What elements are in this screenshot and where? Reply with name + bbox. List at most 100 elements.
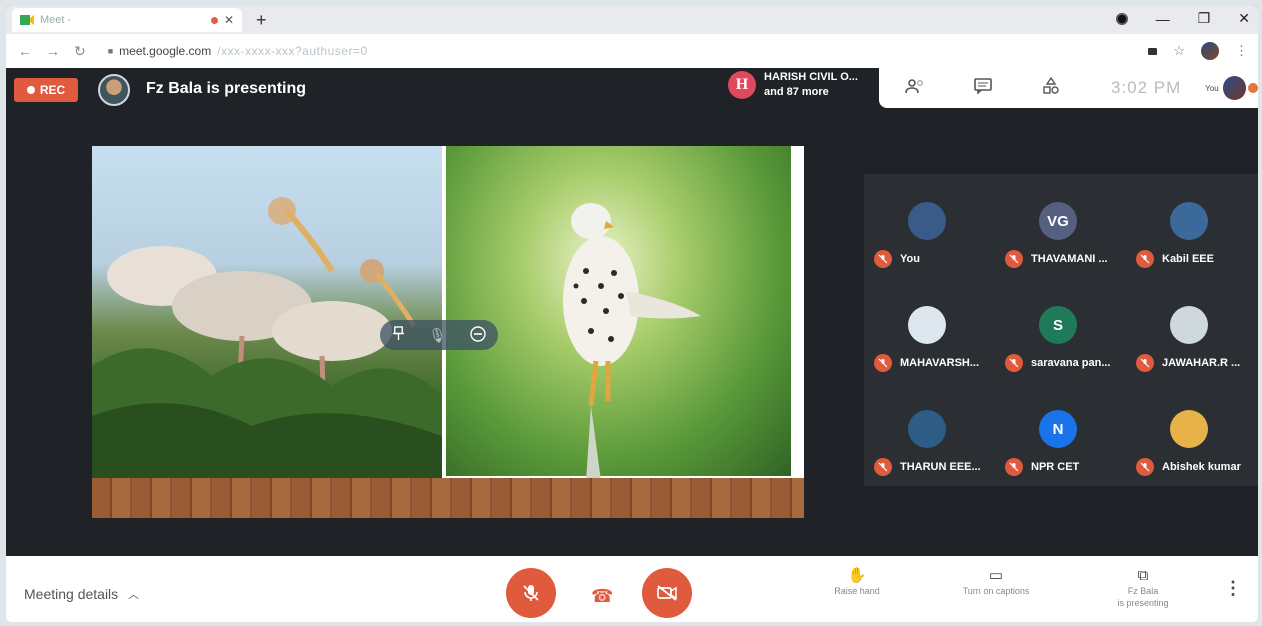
wooden-floor: [92, 478, 804, 518]
rec-label: REC: [39, 83, 66, 97]
participant-tile[interactable]: Kabil EEE: [1126, 174, 1257, 278]
rec-dot-icon: [26, 86, 35, 94]
chevron-up-icon: ︿: [128, 589, 140, 601]
mute-presentation-icon[interactable]: 🎙: [429, 327, 447, 344]
participants-summary-text: HARISH CIVIL O... and 87 more: [764, 70, 858, 100]
meet-favicon-icon: [20, 14, 34, 26]
self-label: You: [1205, 83, 1219, 93]
meeting-details-label: Meeting details: [24, 586, 119, 602]
minimize-icon[interactable]: —: [1156, 11, 1170, 27]
tab-close-icon[interactable]: ✕: [224, 13, 234, 27]
reload-icon[interactable]: ↻: [74, 43, 86, 60]
captions-label: Turn on captions: [962, 586, 1030, 596]
participants-summary[interactable]: H HARISH CIVIL O... and 87 more: [728, 70, 858, 100]
participant-avatar: [908, 202, 946, 240]
pin-icon[interactable]: [392, 326, 405, 344]
captions-button[interactable]: ▭ Turn on captions: [946, 567, 1046, 597]
browser-window: Meet - ✕ + — ❐ ✕ ← → ↻ ■ meet.google.com…: [6, 6, 1258, 622]
mic-toggle-button[interactable]: [506, 568, 556, 618]
window-close-icon[interactable]: ✕: [1238, 10, 1250, 27]
present-screen-icon: ⧉: [1137, 567, 1149, 584]
participant-avatar: [1170, 410, 1208, 448]
participant-tile[interactable]: You: [864, 174, 995, 278]
activities-icon[interactable]: [1042, 76, 1111, 100]
new-tab-icon[interactable]: +: [256, 10, 267, 31]
participant-name: THARUN EEE...: [900, 461, 981, 473]
self-avatar[interactable]: [1222, 76, 1247, 100]
browser-tab-meet[interactable]: Meet - ✕: [12, 8, 242, 32]
chat-icon[interactable]: [973, 77, 1043, 99]
back-icon[interactable]: ←: [18, 43, 32, 59]
maximize-icon[interactable]: ❐: [1198, 10, 1211, 27]
participant-tile[interactable]: VG THAVAMANI ...: [995, 174, 1126, 278]
remove-icon[interactable]: [470, 325, 486, 345]
tab-bar: Meet - ✕ + — ❐ ✕: [6, 6, 1258, 34]
bookmark-star-icon[interactable]: ☆: [1173, 43, 1185, 59]
mic-off-icon: [874, 354, 892, 372]
participant-avatar: S: [1039, 306, 1077, 344]
meet-toolstrip: 3:02 PM You: [879, 68, 1258, 108]
camera-toggle-button[interactable]: [642, 568, 692, 618]
self-status-icon: [1248, 83, 1258, 93]
first-participant-name: HARISH CIVIL O...: [764, 71, 858, 83]
bottom-control-bar: Meeting details ︿ ☎ ✋ Raise hand ▭ Turn …: [6, 556, 1258, 622]
participant-tile[interactable]: MAHAVARSH...: [864, 278, 995, 382]
address-bar: ← → ↻ ■ meet.google.com /xxx-xxxx-xxx?au…: [6, 34, 1258, 68]
recording-indicator-icon: [210, 16, 218, 24]
people-icon[interactable]: [905, 78, 974, 99]
mic-off-icon: [1005, 458, 1023, 476]
hand-icon: ✋: [847, 567, 867, 584]
presenting-label: Fz Bala is presenting: [146, 80, 307, 97]
participant-tile[interactable]: THARUN EEE...: [864, 382, 995, 486]
presenting-button[interactable]: ⧉ Fz Bala is presenting: [1098, 567, 1188, 609]
mic-off-icon: [1136, 354, 1154, 372]
browser-menu-icon[interactable]: ⋮: [1235, 43, 1248, 59]
rec-badge: REC: [14, 78, 78, 102]
participant-name: You: [900, 253, 920, 265]
tab-title: Meet -: [40, 14, 72, 26]
more-options-icon[interactable]: ⋮: [1224, 578, 1242, 599]
participant-avatar: [908, 306, 946, 344]
mic-off-icon: [874, 250, 892, 268]
presentation-stage: 🎙: [92, 146, 804, 518]
hang-up-button[interactable]: ☎: [591, 586, 613, 607]
participant-tile[interactable]: S saravana pan...: [995, 278, 1126, 382]
falcon-image: [446, 146, 791, 481]
raise-hand-label: Raise hand: [834, 586, 880, 596]
url-host: meet.google.com: [119, 44, 212, 58]
screen-record-icon[interactable]: [1115, 12, 1128, 25]
participant-avatar: N: [1039, 410, 1077, 448]
mic-off-icon: [1136, 250, 1154, 268]
mic-off-icon: [1005, 354, 1023, 372]
participant-name: Abishek kumar: [1162, 461, 1241, 473]
participant-avatar: [1170, 202, 1208, 240]
presenter-line2: is presenting: [1117, 598, 1169, 608]
participant-tile[interactable]: N NPR CET: [995, 382, 1126, 486]
participant-initial-avatar: H: [728, 71, 756, 99]
captions-icon: ▭: [988, 567, 1004, 584]
url-field[interactable]: ■ meet.google.com /xxx-xxxx-xxx?authuser…: [108, 44, 368, 58]
participant-name: MAHAVARSH...: [900, 357, 980, 369]
mic-off-icon: [1136, 458, 1154, 476]
participant-name: NPR CET: [1031, 461, 1080, 473]
participant-name: Kabil EEE: [1162, 253, 1214, 265]
more-participants-count: and 87 more: [764, 86, 829, 98]
presenter-line1: Fz Bala: [1127, 586, 1159, 596]
window-controls: — ❐ ✕: [1115, 10, 1250, 27]
participant-avatar: [908, 410, 946, 448]
forward-icon[interactable]: →: [46, 43, 60, 59]
presenter-avatar: [98, 74, 130, 106]
participant-name: JAWAHAR.R ...: [1162, 357, 1241, 369]
address-bar-actions: ☆ ⋮: [1148, 42, 1248, 60]
profile-avatar-icon[interactable]: [1201, 42, 1219, 60]
camera-off-icon: [657, 585, 677, 601]
participant-tile[interactable]: JAWAHAR.R ...: [1126, 278, 1257, 382]
participant-tile[interactable]: Abishek kumar: [1126, 382, 1257, 486]
mic-off-icon: [523, 585, 539, 601]
raise-hand-button[interactable]: ✋ Raise hand: [824, 567, 890, 597]
meeting-details-button[interactable]: Meeting details ︿: [24, 586, 139, 602]
url-path: /xxx-xxxx-xxx?authuser=0: [217, 44, 368, 58]
meet-header: REC Fz Bala is presenting H HARISH CIVIL…: [6, 68, 1258, 110]
camera-in-use-icon[interactable]: [1148, 47, 1158, 55]
participant-avatar: [1170, 306, 1208, 344]
